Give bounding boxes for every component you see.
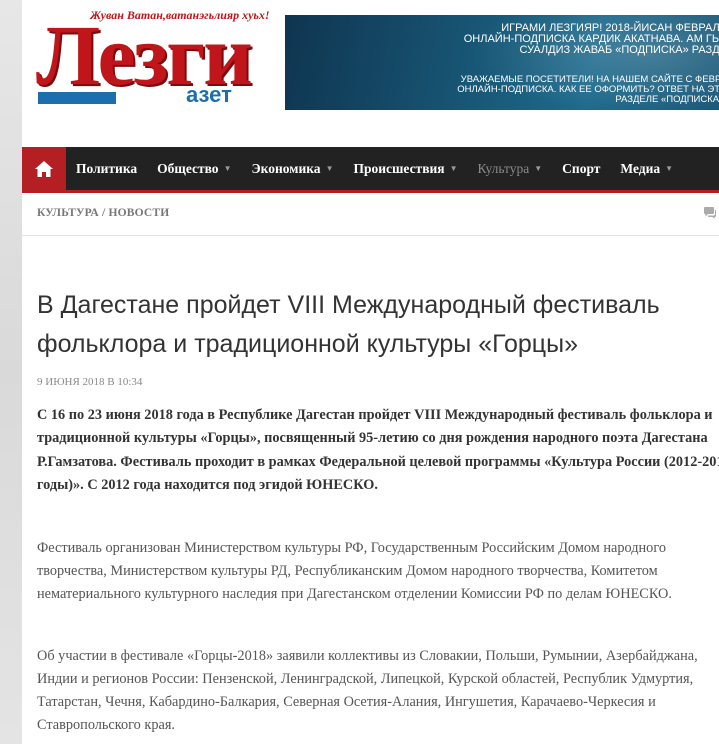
nav-item-society[interactable]: Общество ▼ xyxy=(147,161,241,177)
banner-line: СУАЛДИЗ ЖАВАБ «ПОДПИСКА» РАЗДЕ xyxy=(519,44,719,56)
home-icon xyxy=(35,160,53,177)
main-nav: Политика Общество ▼ Экономика ▼ Происшес… xyxy=(22,147,719,193)
page: Жуван Ватан,ватанэгьлияр хуьх! Лезги азе… xyxy=(22,0,719,744)
article-date: 9 ИЮНЯ 2018 В 10:34 xyxy=(37,376,143,388)
banner-russian-text: УВАЖАЕМЫЕ ПОСЕТИТЕЛИ! НА НАШЕМ САЙТЕ С Ф… xyxy=(285,75,719,105)
nav-item-politics[interactable]: Политика xyxy=(66,161,147,177)
banner-lezgi-text: ИГРАМИ ЛЕЗГИЯР! 2018-ЙИСАН ФЕВРАЛЬ ОНЛАЙ… xyxy=(285,23,719,56)
nav-item-culture[interactable]: Культура ▼ xyxy=(468,161,553,177)
nav-items: Политика Общество ▼ Экономика ▼ Происшес… xyxy=(66,147,683,190)
nav-item-label: Политика xyxy=(76,160,138,176)
site-logo[interactable]: Жуван Ватан,ватанэгьлияр хуьх! Лезги азе… xyxy=(36,8,270,110)
comments-icon[interactable] xyxy=(703,206,717,220)
nav-item-label: Медиа xyxy=(620,160,661,176)
nav-item-sport[interactable]: Спорт xyxy=(552,161,610,177)
chevron-down-icon: ▼ xyxy=(665,164,674,173)
logo-subname: азет xyxy=(186,82,232,107)
article-lead: С 16 по 23 июня 2018 года в Республике Д… xyxy=(37,407,719,493)
nav-item-label: Экономика xyxy=(251,160,321,176)
banner-line: РАЗДЕЛЕ «ПОДПИСКА». xyxy=(615,94,719,105)
nav-item-label: Спорт xyxy=(562,160,601,176)
nav-item-economy[interactable]: Экономика ▼ xyxy=(241,161,343,177)
nav-item-label: Общество xyxy=(157,160,219,176)
breadcrumb-bar: КУЛЬТУРА / НОВОСТИ xyxy=(22,193,719,236)
page-background xyxy=(0,0,22,744)
nav-item-label: Происшествия xyxy=(353,160,445,176)
chevron-down-icon: ▼ xyxy=(223,164,232,173)
article-paragraph: Фестиваль организован Министерством куль… xyxy=(37,540,672,602)
chevron-down-icon: ▼ xyxy=(449,164,458,173)
subscription-banner[interactable]: ИГРАМИ ЛЕЗГИЯР! 2018-ЙИСАН ФЕВРАЛЬ ОНЛАЙ… xyxy=(285,15,719,110)
logo-underline xyxy=(38,92,116,104)
chevron-down-icon: ▼ xyxy=(534,164,543,173)
article-title: В Дагестане пройдет VIII Международный ф… xyxy=(37,291,660,358)
nav-item-incidents[interactable]: Происшествия ▼ xyxy=(343,161,467,177)
nav-item-media[interactable]: Медиа ▼ xyxy=(610,161,683,177)
chevron-down-icon: ▼ xyxy=(325,164,334,173)
nav-item-label: Культура xyxy=(477,160,530,176)
article-paragraph: Об участии в фестивале «Горцы-2018» заяв… xyxy=(37,648,698,733)
nav-home-button[interactable] xyxy=(22,147,66,190)
breadcrumb[interactable]: КУЛЬТУРА / НОВОСТИ xyxy=(37,207,169,219)
